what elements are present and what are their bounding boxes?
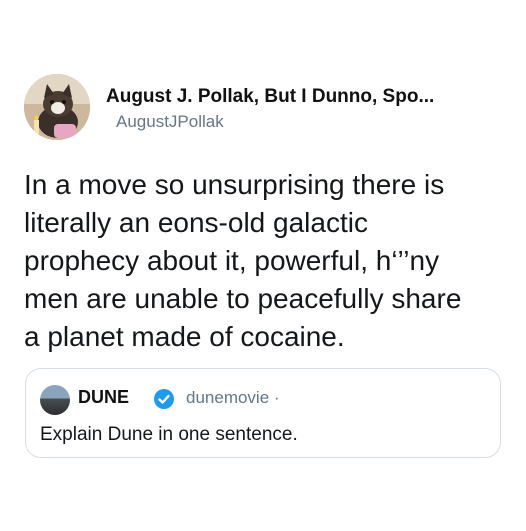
author-display-name[interactable]: August J. Pollak, But I Dunno, Spo... <box>106 86 434 108</box>
quoted-tweet-card[interactable]: DUNE dunemovie · Explain Dune in one sen… <box>25 368 501 458</box>
quoted-author-name: DUNE <box>78 387 130 407</box>
quoted-author-handle: dunemovie · <box>186 388 280 407</box>
quoted-tweet-text: Explain Dune in one sentence. <box>40 424 298 445</box>
dune-avatar-icon <box>40 385 70 415</box>
verified-badge-icon <box>154 389 174 409</box>
author-handle[interactable]: AugustJPollak <box>116 112 224 132</box>
tweet-text: In a move so unsurprising there is liter… <box>24 169 462 352</box>
cat-avatar-icon[interactable] <box>24 74 90 140</box>
